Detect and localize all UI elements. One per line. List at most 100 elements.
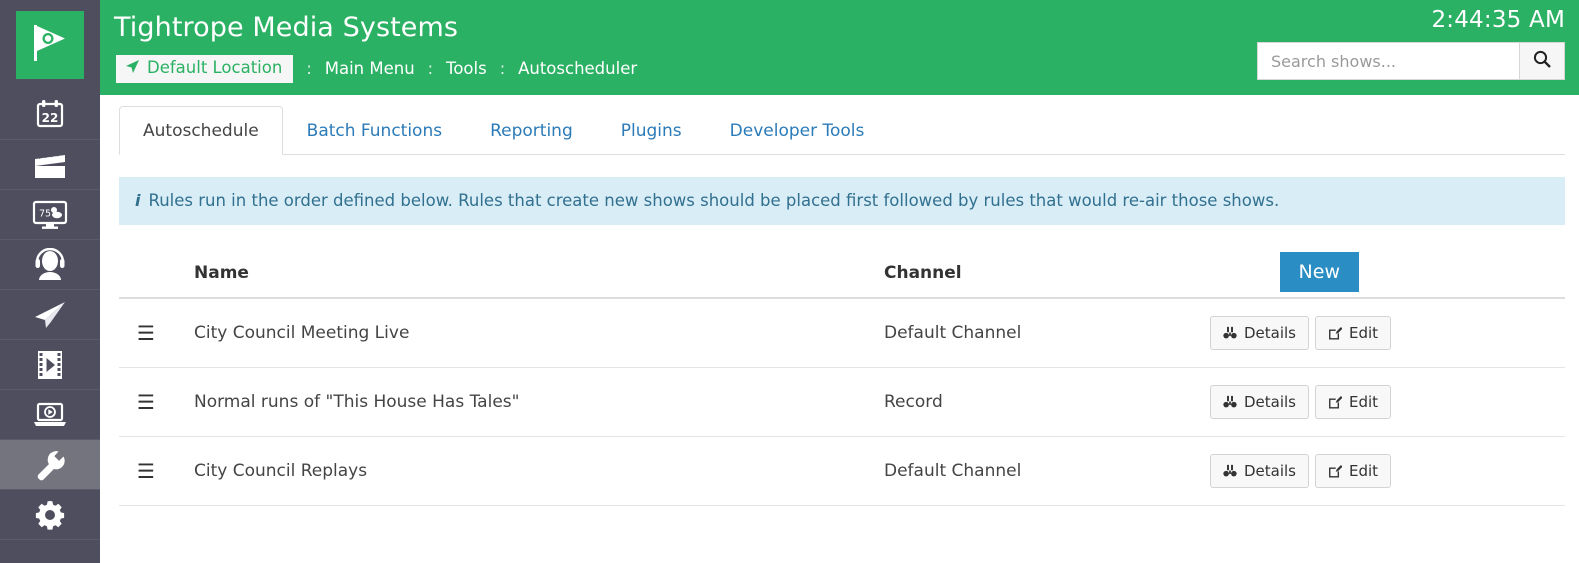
drag-handle-icon[interactable]: ☰ xyxy=(119,461,194,481)
sidebar-item-weather[interactable]: 75 xyxy=(0,190,100,240)
info-icon: i xyxy=(135,191,140,210)
tab-plugins[interactable]: Plugins xyxy=(597,106,706,155)
binoculars-icon xyxy=(1223,464,1237,478)
table-body: ☰ City Council Meeting Live Default Chan… xyxy=(119,298,1565,506)
sidebar-item-playback[interactable] xyxy=(0,390,100,440)
headset-user-icon xyxy=(33,248,67,282)
edit-button[interactable]: Edit xyxy=(1315,385,1391,419)
page-title: Tightrope Media Systems xyxy=(114,12,458,43)
film-play-icon xyxy=(34,348,66,382)
row-actions: Details Edit xyxy=(1194,316,1565,350)
breadcrumb-item-tools[interactable]: Tools xyxy=(446,59,487,78)
edit-button-label: Edit xyxy=(1349,324,1378,342)
search-input[interactable] xyxy=(1257,42,1519,80)
details-button-label: Details xyxy=(1244,462,1296,480)
sidebar: 22 75 xyxy=(0,0,100,563)
row-name-cell: City Council Meeting Live xyxy=(194,298,884,368)
sidebar-item-settings[interactable] xyxy=(0,490,100,540)
breadcrumb-separator-1: : xyxy=(293,59,324,78)
sidebar-item-video[interactable] xyxy=(0,340,100,390)
info-alert-text: Rules run in the order defined below. Ru… xyxy=(148,191,1279,211)
row-handle-cell: ☰ xyxy=(119,436,194,505)
application-window: 22 75 xyxy=(0,0,1579,563)
pencil-square-icon xyxy=(1328,326,1342,340)
row-channel-cell: Default Channel xyxy=(884,298,1194,368)
tab-developer-tools-label: Developer Tools xyxy=(730,121,865,141)
row-handle-cell: ☰ xyxy=(119,298,194,368)
details-button[interactable]: Details xyxy=(1210,385,1309,419)
row-name-cell: City Council Replays xyxy=(194,436,884,505)
breadcrumb-item-autoscheduler[interactable]: Autoscheduler xyxy=(518,59,637,78)
logo-tile xyxy=(16,11,84,79)
tab-autoschedule-label: Autoschedule xyxy=(143,121,259,141)
paper-plane-icon xyxy=(32,299,68,331)
edit-button[interactable]: Edit xyxy=(1315,454,1391,488)
search-button[interactable] xyxy=(1519,42,1565,80)
breadcrumb-item-main-menu[interactable]: Main Menu xyxy=(325,59,415,78)
sidebar-item-messaging[interactable] xyxy=(0,290,100,340)
gear-icon xyxy=(33,498,67,532)
breadcrumb: Default Location : Main Menu : Tools : A… xyxy=(116,55,637,83)
details-button-label: Details xyxy=(1244,393,1296,411)
table-row: ☰ Normal runs of "This House Has Tales" … xyxy=(119,367,1565,436)
binoculars-icon xyxy=(1223,395,1237,409)
column-header-actions xyxy=(1194,255,1565,298)
sidebar-item-calendar[interactable]: 22 xyxy=(0,90,100,140)
wrench-icon xyxy=(33,448,67,482)
column-header-channel: Channel xyxy=(884,255,1194,298)
table-row: ☰ City Council Meeting Live Default Chan… xyxy=(119,298,1565,368)
autoschedule-rules-table-wrapper: New Name Channel ☰ City Counci xyxy=(119,255,1565,506)
tab-autoschedule[interactable]: Autoschedule xyxy=(119,106,283,155)
top-header: Tightrope Media Systems Default Location… xyxy=(100,0,1579,95)
tab-plugins-label: Plugins xyxy=(621,121,682,141)
pencil-square-icon xyxy=(1328,395,1342,409)
row-handle-cell: ☰ xyxy=(119,367,194,436)
tab-batch-functions-label: Batch Functions xyxy=(307,121,442,141)
app-logo[interactable] xyxy=(0,0,100,90)
column-header-name: Name xyxy=(194,255,884,298)
search-icon xyxy=(1532,49,1552,73)
flag-play-logo-icon xyxy=(32,23,68,67)
row-channel-cell: Record xyxy=(884,367,1194,436)
row-actions-cell: Details Edit xyxy=(1194,367,1565,436)
location-arrow-icon xyxy=(125,59,140,78)
clock: 2:44:35 AM xyxy=(1431,7,1565,33)
row-actions: Details Edit xyxy=(1194,385,1565,419)
sidebar-item-media[interactable] xyxy=(0,140,100,190)
row-actions-cell: Details Edit xyxy=(1194,298,1565,368)
pencil-square-icon xyxy=(1328,464,1342,478)
edit-button-label: Edit xyxy=(1349,462,1378,480)
row-actions-cell: Details Edit xyxy=(1194,436,1565,505)
info-alert: i Rules run in the order defined below. … xyxy=(119,177,1565,225)
tab-batch-functions[interactable]: Batch Functions xyxy=(283,106,466,155)
tab-reporting-label: Reporting xyxy=(490,121,573,141)
new-button[interactable]: New xyxy=(1280,252,1359,292)
row-actions: Details Edit xyxy=(1194,454,1565,488)
edit-button-label: Edit xyxy=(1349,393,1378,411)
row-channel-cell: Default Channel xyxy=(884,436,1194,505)
table-row: ☰ City Council Replays Default Channel xyxy=(119,436,1565,505)
svg-text:75: 75 xyxy=(39,208,51,219)
breadcrumb-location[interactable]: Default Location xyxy=(116,55,293,83)
sidebar-item-support[interactable] xyxy=(0,240,100,290)
laptop-play-icon xyxy=(31,399,69,431)
calendar-22-icon: 22 xyxy=(33,98,67,132)
details-button[interactable]: Details xyxy=(1210,454,1309,488)
breadcrumb-separator-3: : xyxy=(487,59,518,78)
breadcrumb-location-label: Default Location xyxy=(147,60,282,77)
row-name-cell: Normal runs of "This House Has Tales" xyxy=(194,367,884,436)
weather-display-75-icon: 75 xyxy=(30,198,70,232)
drag-handle-icon[interactable]: ☰ xyxy=(119,392,194,412)
breadcrumb-separator-2: : xyxy=(415,59,446,78)
main-content: Autoschedule Batch Functions Reporting P… xyxy=(100,95,1579,563)
details-button[interactable]: Details xyxy=(1210,316,1309,350)
details-button-label: Details xyxy=(1244,324,1296,342)
tab-developer-tools[interactable]: Developer Tools xyxy=(706,106,889,155)
tab-reporting[interactable]: Reporting xyxy=(466,106,597,155)
tab-bar: Autoschedule Batch Functions Reporting P… xyxy=(119,95,1565,155)
drag-handle-icon[interactable]: ☰ xyxy=(119,323,194,343)
sidebar-item-tools[interactable] xyxy=(0,440,100,490)
edit-button[interactable]: Edit xyxy=(1315,316,1391,350)
column-header-handle xyxy=(119,255,194,298)
search-box xyxy=(1257,42,1565,80)
